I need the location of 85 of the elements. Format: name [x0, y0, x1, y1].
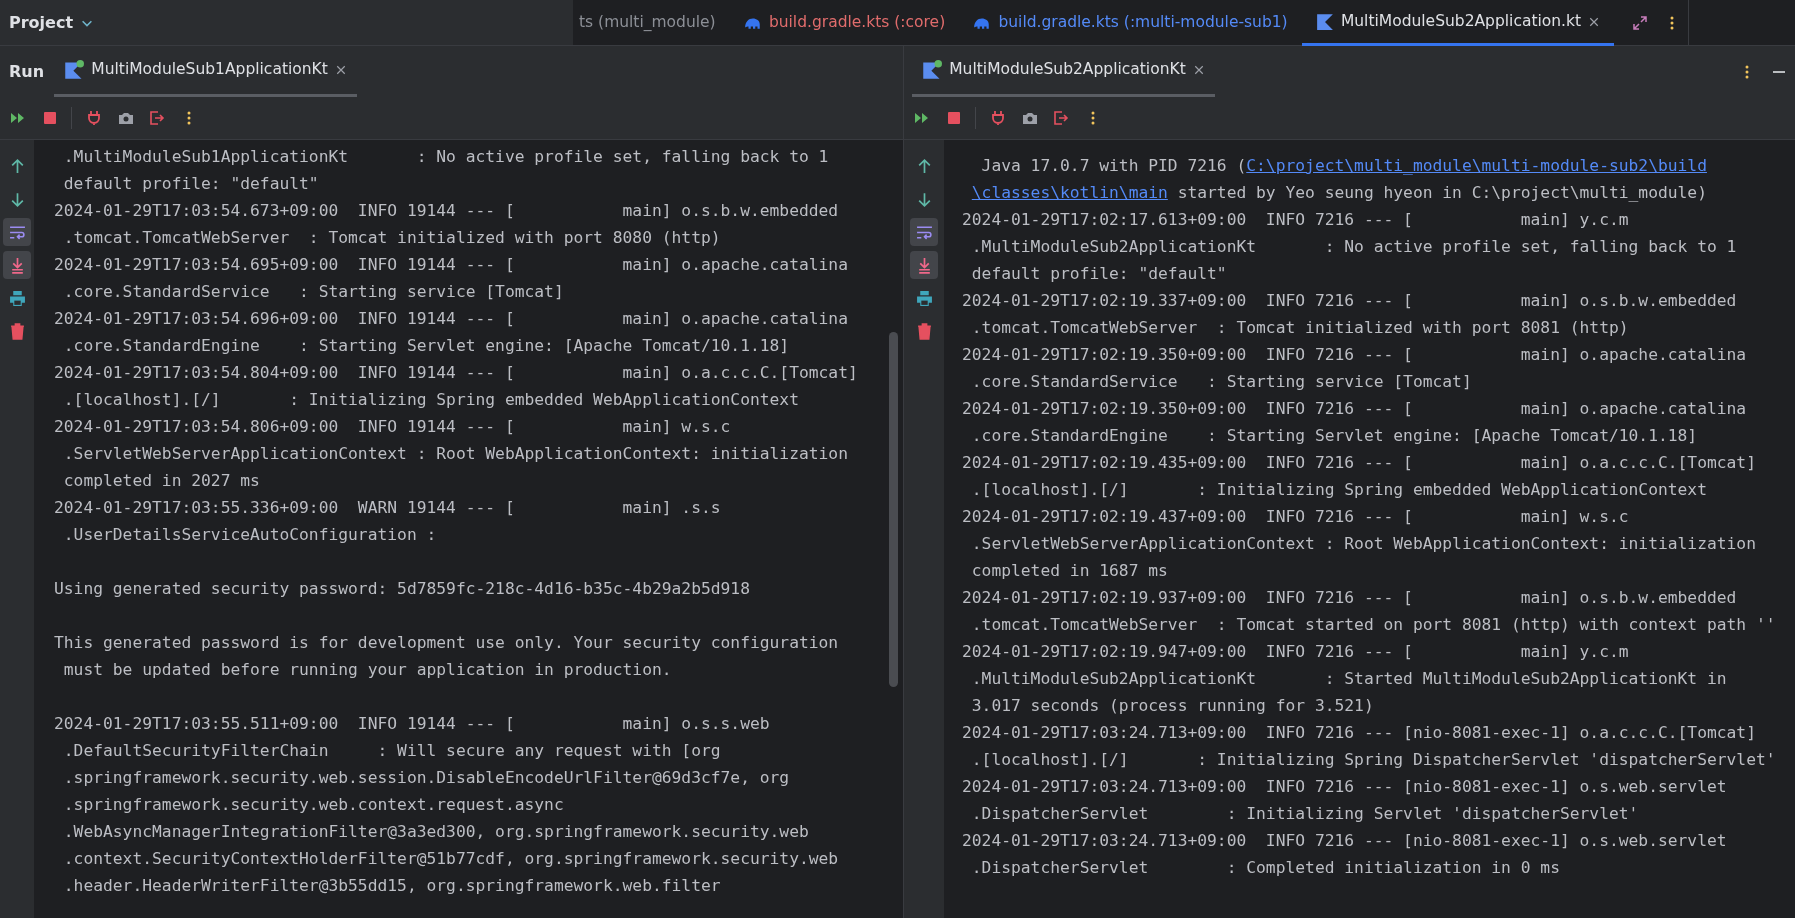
- console-line: 2024-01-29T17:03:54.804+09:00 INFO 19144 --- [ main] o.a.c.c.C.[Tomcat]: [54, 362, 858, 384]
- console-line: .DispatcherServlet : Completed initialization in 0 ms: [970, 857, 1560, 879]
- stop-icon[interactable]: [41, 110, 58, 126]
- editor-tab[interactable]: ts (multi_module): [573, 0, 730, 46]
- console-line: This generated password is for development use only. Your security configuration: [54, 632, 839, 654]
- close-icon[interactable]: [1192, 64, 1205, 76]
- console-text: started by Yeo seung hyeon in C:\project\multi_module): [1176, 183, 1707, 202]
- console-line: .core.StandardService : Starting service [Tomcat]: [970, 371, 1472, 393]
- console-line: .springframework.security.web.session.DisableEncodeUrlFilter@69d3cf7e, org: [62, 767, 790, 789]
- editor-tab[interactable]: build.gradle.kts (:core): [729, 0, 960, 46]
- console-line: .MultiModuleSub2ApplicationKt : Started MultiModuleSub2ApplicationKt in: [970, 668, 1727, 690]
- kotlin-file-icon: [1315, 12, 1334, 31]
- console-line: 2024-01-29T17:03:24.713+09:00 INFO 7216 --- [nio-8081-exec-1] o.a.c.c.C.[Tomcat]: [962, 722, 1756, 744]
- console-line: 2024-01-29T17:03:24.713+09:00 INFO 7216 --- [nio-8081-exec-1] o.s.web.servlet: [962, 830, 1727, 852]
- file-path-link[interactable]: \classes\kotlin\main: [971, 183, 1168, 202]
- console-line: .tomcat.TomcatWebServer : Tomcat initialized with port 8081 (http): [970, 317, 1629, 339]
- console-line: .MultiModuleSub2ApplicationKt : No active profile set, falling back to 1: [970, 236, 1737, 258]
- console-line: .DefaultSecurityFilterChain : Will secure any request with [org: [62, 740, 721, 762]
- console-line: 2024-01-29T17:03:55.511+09:00 INFO 19144 --- [ main] o.s.s.web: [54, 713, 770, 735]
- console-line: must be updated before running your application in production.: [62, 659, 672, 681]
- plug-icon[interactable]: [85, 110, 102, 126]
- console-line: .core.StandardService : Starting service [Tomcat]: [62, 281, 564, 303]
- console-line: 2024-01-29T17:02:19.947+09:00 INFO 7216 --- [ main] y.c.m: [962, 641, 1629, 663]
- console-line: .[localhost].[/] : Initializing Spring DispatcherServlet 'dispatcherServlet': [970, 749, 1776, 771]
- soft-wrap-icon: [8, 223, 26, 241]
- console-line: .springframework.security.web.context.request.async: [62, 794, 564, 816]
- console-line: 2024-01-29T17:02:19.435+09:00 INFO 7216 --- [ main] o.a.c.c.C.[Tomcat]: [962, 452, 1756, 474]
- soft-wrap-icon: [915, 223, 933, 241]
- console-line: default profile: "default": [970, 263, 1227, 285]
- console-line: .header.HeaderWriterFilter@3b55dd15, org.springframework.web.filter: [62, 875, 721, 897]
- console-line: 2024-01-29T17:03:54.806+09:00 INFO 19144 --- [ main] w.s.c: [54, 416, 731, 438]
- soft-wrap-button[interactable]: [910, 218, 938, 246]
- console-line: .MultiModuleSub1ApplicationKt : No active profile set, falling back to 1: [62, 146, 829, 168]
- close-icon[interactable]: [1588, 15, 1601, 28]
- console-line: 2024-01-29T17:03:24.713+09:00 INFO 7216 --- [nio-8081-exec-1] o.s.web.servlet: [962, 776, 1727, 798]
- trash-icon: [8, 322, 26, 340]
- console-line: .core.StandardEngine : Starting Servlet engine: [Apache Tomcat/10.1.18]: [62, 335, 790, 357]
- console-line: .[localhost].[/] : Initializing Spring embedded WebApplicationContext: [62, 389, 799, 411]
- scrollbar-thumb[interactable]: [889, 332, 898, 687]
- console-line: 3.017 seconds (process running for 3.521): [970, 695, 1374, 717]
- printer-icon: [8, 289, 26, 307]
- console-line: Using generated security password: 5d7859fc-218c-4d16-b35c-4b29a2b5d918: [54, 578, 750, 600]
- console-line: .DispatcherServlet : Initializing Servlet 'dispatcherServlet': [970, 803, 1639, 825]
- console-line: .UserDetailsServiceAutoConfiguration :: [62, 524, 437, 546]
- scroll-to-end-button[interactable]: [3, 251, 31, 279]
- console-line: .tomcat.TomcatWebServer : Tomcat initialized with port 8080 (http): [62, 227, 721, 249]
- close-icon[interactable]: [335, 64, 348, 76]
- console-line: .ServletWebServerApplicationContext : Root WebApplicationContext: initialization: [970, 533, 1756, 555]
- expand-arrows-icon[interactable]: [1632, 15, 1649, 31]
- console-line: .context.SecurityContextHolderFilter@51b77cdf, org.springframework.security.web: [62, 848, 839, 870]
- console-line: .tomcat.TomcatWebServer : Tomcat started on port 8081 (http) with context path '': [970, 614, 1776, 636]
- console-line: .core.StandardEngine : Starting Servlet engine: [Apache Tomcat/10.1.18]: [970, 425, 1698, 447]
- console-line: 2024-01-29T17:02:19.937+09:00 INFO 7216 --- [ main] o.s.b.w.embedded: [962, 587, 1737, 609]
- console-line: completed in 1687 ms: [970, 560, 1168, 582]
- trash-icon: [915, 322, 933, 340]
- camera-icon[interactable]: [1021, 110, 1038, 126]
- project-title[interactable]: Project: [9, 10, 74, 35]
- stop-icon[interactable]: [945, 110, 962, 126]
- editor-tab[interactable]: build.gradle.kts (:multi-module-sub1): [959, 0, 1302, 46]
- scroll-to-end-button[interactable]: [910, 251, 938, 279]
- console-line: completed in 2027 ms: [62, 470, 260, 492]
- camera-icon[interactable]: [117, 110, 134, 126]
- console-line: 2024-01-29T17:03:55.336+09:00 WARN 19144 --- [ main] .s.s: [54, 497, 721, 519]
- rerun-icon[interactable]: [10, 110, 26, 126]
- printer-icon: [915, 289, 933, 307]
- console-line: 2024-01-29T17:02:17.613+09:00 INFO 7216 --- [ main] y.c.m: [962, 209, 1629, 231]
- console-line: 2024-01-29T17:02:19.437+09:00 INFO 7216 --- [ main] w.s.c: [962, 506, 1629, 528]
- console-line: .ServletWebServerApplicationContext : Root WebApplicationContext: initialization: [62, 443, 848, 465]
- console-line: 2024-01-29T17:03:54.696+09:00 INFO 19144 --- [ main] o.apache.catalina: [54, 308, 848, 330]
- console-line: 2024-01-29T17:02:19.337+09:00 INFO 7216 --- [ main] o.s.b.w.embedded: [962, 290, 1737, 312]
- console-line: 2024-01-29T17:02:19.350+09:00 INFO 7216 --- [ main] o.apache.catalina: [962, 398, 1747, 420]
- exit-icon[interactable]: [1053, 110, 1070, 126]
- rerun-icon[interactable]: [914, 110, 930, 126]
- plug-icon[interactable]: [989, 110, 1006, 126]
- console-line: 2024-01-29T17:03:54.695+09:00 INFO 19144 --- [ main] o.apache.catalina: [54, 254, 848, 276]
- console-line: .WebAsyncManagerIntegrationFilter@3a3ed300, org.springframework.security.web: [62, 821, 809, 843]
- soft-wrap-button[interactable]: [3, 218, 31, 246]
- console-line: 2024-01-29T17:03:54.673+09:00 INFO 19144 --- [ main] o.s.b.w.embedded: [54, 200, 839, 222]
- exit-icon[interactable]: [149, 110, 166, 126]
- console-text: Java 17.0.7 with PID 7216 (: [980, 156, 1247, 175]
- console-line: 2024-01-29T17:02:19.350+09:00 INFO 7216 --- [ main] o.apache.catalina: [962, 344, 1747, 366]
- file-path-link[interactable]: C:\project\multi_module\multi-module-sub2\build: [1246, 156, 1707, 175]
- run-panel-title: Run: [8, 60, 46, 83]
- console-line: .[localhost].[/] : Initializing Spring embedded WebApplicationContext: [970, 479, 1707, 501]
- console-line: default profile: "default": [62, 173, 319, 195]
